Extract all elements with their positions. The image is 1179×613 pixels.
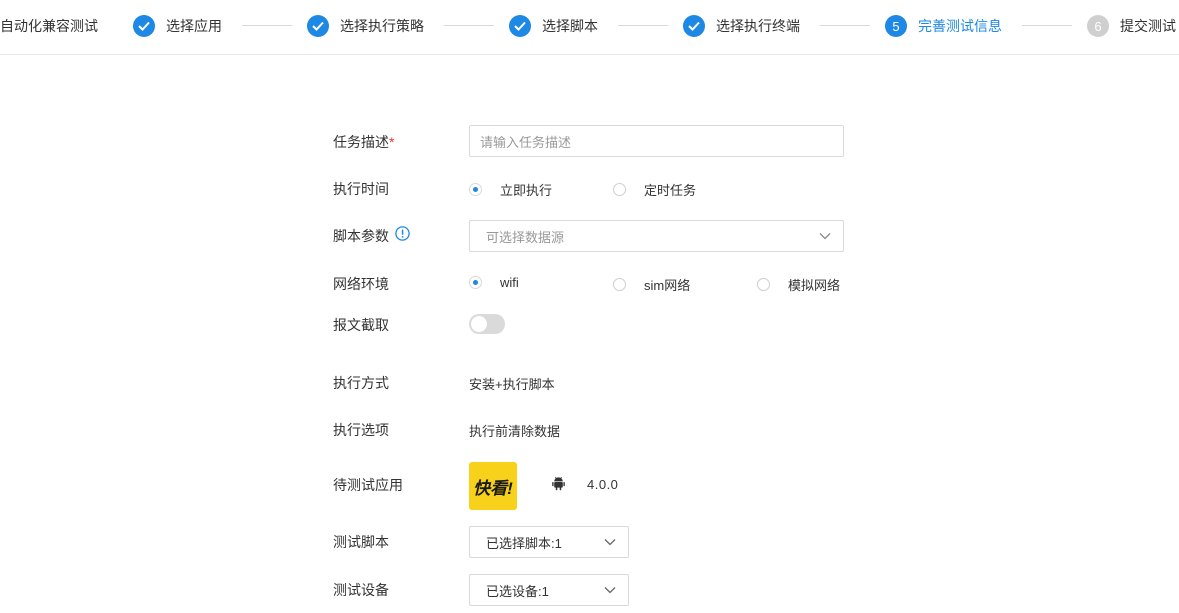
- step-6-label: 提交测试: [1120, 18, 1176, 34]
- exec-mode-label: 执行方式: [333, 375, 389, 391]
- step-6-number: 6: [1087, 15, 1109, 37]
- test-device-label: 测试设备: [333, 582, 389, 598]
- chevron-down-icon: [604, 587, 616, 594]
- required-mark: *: [389, 134, 395, 150]
- network-radio-simulated[interactable]: 模拟网络: [757, 275, 840, 294]
- page-title: 自动化兼容测试: [0, 18, 98, 34]
- script-params-label: 脚本参数: [333, 228, 389, 244]
- script-params-placeholder: 可选择数据源: [486, 229, 565, 245]
- network-label: 网络环境: [333, 276, 389, 292]
- chevron-down-icon: [604, 539, 616, 546]
- step-connector: [242, 25, 292, 26]
- step-bar: 自动化兼容测试 选择应用 选择执行策略 选择脚本 选择执行终端 5 完善测试信息…: [0, 0, 1179, 55]
- task-desc-label: 任务描述*: [333, 134, 395, 150]
- network-radio-sim[interactable]: sim网络: [613, 275, 690, 294]
- step-1-check-icon: [133, 15, 155, 37]
- test-script-value: 已选择脚本:1: [486, 535, 562, 551]
- test-script-select[interactable]: 已选择脚本:1: [469, 526, 629, 558]
- step-4-check-icon: [683, 15, 705, 37]
- capture-label: 报文截取: [333, 317, 389, 333]
- network-option-simulated: 模拟网络: [788, 278, 841, 293]
- radio-checked-icon: [469, 276, 482, 289]
- step-connector: [444, 25, 494, 26]
- app-version: 4.0.0: [587, 477, 619, 492]
- app-icon-text: 快看!: [473, 478, 513, 498]
- android-icon: [552, 476, 565, 491]
- step-4-label: 选择执行终端: [716, 18, 800, 34]
- task-desc-input[interactable]: 请输入任务描述: [469, 125, 844, 157]
- step-3-check-icon: [509, 15, 531, 37]
- exec-option-value: 执行前清除数据: [469, 424, 561, 439]
- app-icon: 快看!: [469, 462, 517, 510]
- exec-time-label: 执行时间: [333, 181, 389, 197]
- script-params-select[interactable]: 可选择数据源: [469, 220, 844, 252]
- info-icon[interactable]: [395, 226, 410, 241]
- toggle-knob: [471, 316, 487, 332]
- step-5-number: 5: [885, 15, 907, 37]
- step-connector: [820, 25, 870, 26]
- exec-mode-value: 安装+执行脚本: [469, 377, 555, 392]
- radio-unchecked-icon: [613, 183, 626, 196]
- step-connector: [618, 25, 668, 26]
- network-radio-wifi[interactable]: wifi: [469, 275, 519, 290]
- task-desc-placeholder: 请输入任务描述: [480, 134, 572, 150]
- step-connector: [1022, 25, 1072, 26]
- exec-time-option-now: 立即执行: [500, 183, 553, 198]
- chevron-down-icon: [819, 233, 831, 240]
- step-2-label: 选择执行策略: [340, 18, 424, 34]
- step-5-label: 完善测试信息: [918, 18, 1002, 34]
- radio-unchecked-icon: [757, 278, 770, 291]
- step-2-check-icon: [307, 15, 329, 37]
- capture-toggle[interactable]: [469, 314, 505, 334]
- test-device-value: 已选设备:1: [486, 583, 549, 599]
- exec-time-radio-scheduled[interactable]: 定时任务: [613, 180, 696, 199]
- exec-time-radio-now[interactable]: 立即执行: [469, 180, 552, 199]
- exec-option-label: 执行选项: [333, 422, 389, 438]
- exec-time-option-scheduled: 定时任务: [644, 183, 697, 198]
- network-option-sim: sim网络: [644, 278, 691, 293]
- test-script-label: 测试脚本: [333, 534, 389, 550]
- step-3-label: 选择脚本: [542, 18, 598, 34]
- step-1-label: 选择应用: [166, 18, 222, 34]
- app-label: 待测试应用: [333, 477, 403, 493]
- radio-unchecked-icon: [613, 278, 626, 291]
- network-option-wifi: wifi: [500, 275, 519, 290]
- test-device-select[interactable]: 已选设备:1: [469, 574, 629, 606]
- radio-checked-icon: [469, 183, 482, 196]
